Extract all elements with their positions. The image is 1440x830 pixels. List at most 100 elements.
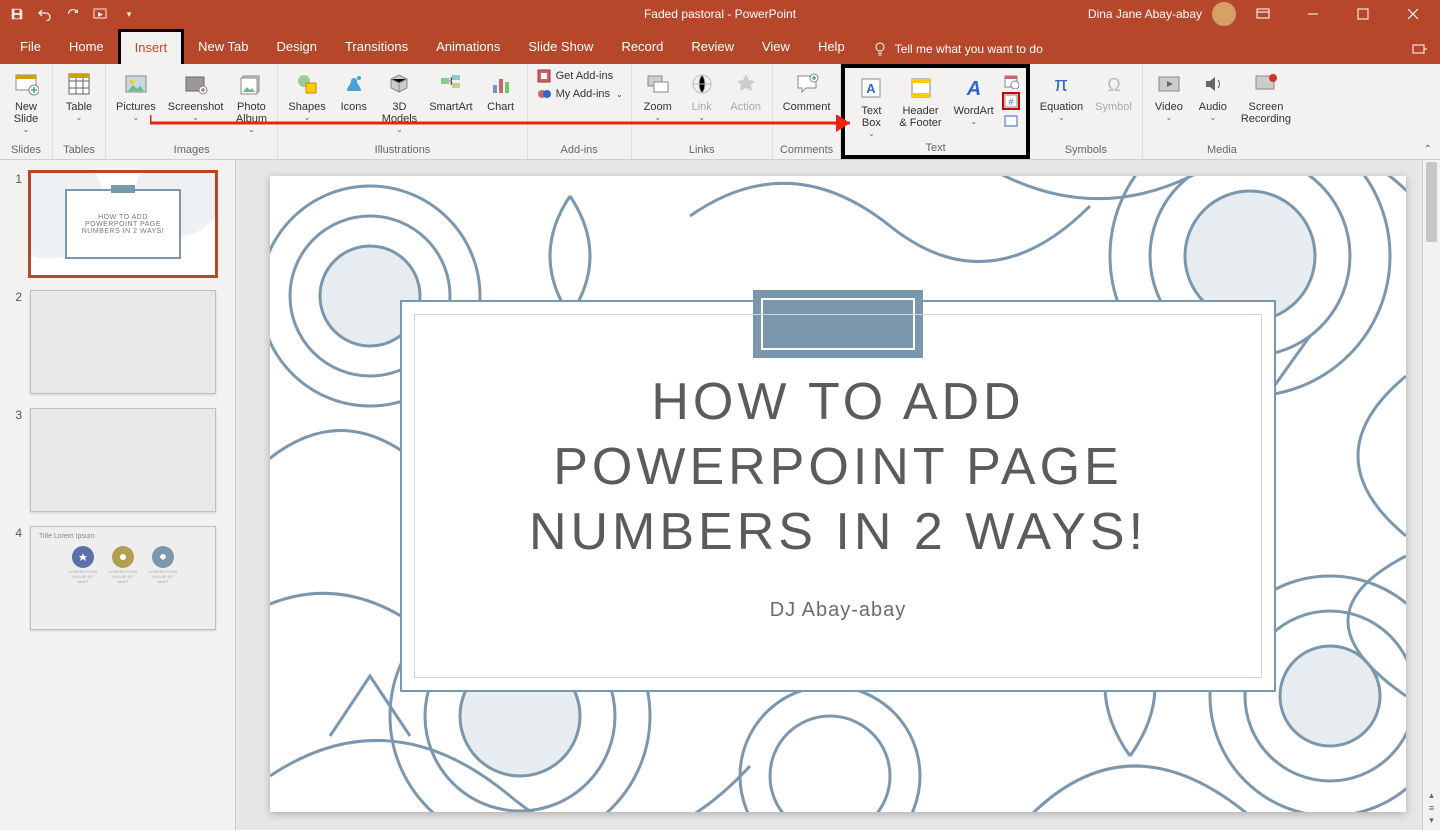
wordart-button[interactable]: A WordArt ⌄ — [948, 70, 1000, 140]
table-label: Table — [66, 101, 92, 113]
get-addins-label: Get Add-ins — [556, 70, 613, 82]
tab-review[interactable]: Review — [677, 31, 748, 64]
prev-slide-icon[interactable]: ▴ — [1429, 790, 1434, 801]
tell-me[interactable]: Tell me what you want to do — [859, 42, 1057, 64]
tab-home[interactable]: Home — [55, 31, 118, 64]
slide-number-icon[interactable]: # — [1002, 92, 1020, 110]
thumb-slide-2[interactable] — [30, 290, 216, 394]
scrollbar-thumb[interactable] — [1426, 162, 1437, 242]
main-area: 1 HOW TO ADD POWERPOINT PAGE NUMBERS IN … — [0, 160, 1440, 830]
audio-button[interactable]: Audio ⌄ — [1191, 66, 1235, 142]
maximize-icon[interactable] — [1340, 0, 1386, 28]
icons-button[interactable]: Icons — [332, 66, 376, 142]
ribbon-tabs: File Home Insert New Tab Design Transiti… — [0, 28, 1440, 64]
tab-transitions[interactable]: Transitions — [331, 31, 422, 64]
get-addins-button[interactable]: Get Add-ins — [536, 68, 623, 84]
3d-models-label: 3D Models — [382, 101, 417, 125]
group-media: Video ⌄ Audio ⌄ Screen Recording Media — [1143, 64, 1301, 159]
tab-design[interactable]: Design — [263, 31, 331, 64]
screen-recording-button[interactable]: Screen Recording — [1235, 66, 1297, 142]
text-box-button[interactable]: A Text Box ⌄ — [849, 70, 893, 140]
get-addins-icon — [536, 68, 552, 84]
ribbon-display-icon[interactable] — [1240, 0, 1286, 28]
tab-file[interactable]: File — [6, 31, 55, 64]
3d-models-button[interactable]: 3D Models ⌄ — [376, 66, 423, 142]
slide-canvas[interactable]: HOW TO ADD POWERPOINT PAGE NUMBERS IN 2 … — [270, 176, 1406, 812]
canvas-area: HOW TO ADD POWERPOINT PAGE NUMBERS IN 2 … — [236, 160, 1440, 830]
action-icon — [730, 68, 762, 100]
chart-button[interactable]: Chart — [479, 66, 523, 142]
video-button[interactable]: Video ⌄ — [1147, 66, 1191, 142]
comment-icon — [791, 68, 823, 100]
save-icon[interactable] — [8, 5, 26, 23]
tab-slideshow[interactable]: Slide Show — [514, 31, 607, 64]
next-slide-icon[interactable]: ▾ — [1429, 815, 1434, 826]
group-text: A Text Box ⌄ Header & Footer A WordArt ⌄… — [841, 64, 1029, 159]
title-bar: ▾ Faded pastoral - PowerPoint Dina Jane … — [0, 0, 1440, 28]
shapes-label: Shapes — [288, 101, 325, 113]
comment-button[interactable]: Comment — [777, 66, 837, 142]
shapes-button[interactable]: Shapes ⌄ — [282, 66, 331, 142]
tell-me-text: Tell me what you want to do — [895, 42, 1043, 56]
thumb-slide-3[interactable] — [30, 408, 216, 512]
pictures-button[interactable]: Pictures ⌄ — [110, 66, 162, 142]
zoom-button[interactable]: Zoom ⌄ — [636, 66, 680, 142]
close-icon[interactable] — [1390, 0, 1436, 28]
user-name[interactable]: Dina Jane Abay-abay — [1088, 7, 1202, 21]
pictures-label: Pictures — [116, 101, 156, 113]
header-footer-button[interactable]: Header & Footer — [893, 70, 947, 140]
group-images-label: Images — [174, 142, 210, 159]
header-footer-icon — [905, 72, 937, 104]
prev-slide-double-icon[interactable]: ≡ — [1429, 803, 1434, 813]
avatar[interactable] — [1212, 2, 1236, 26]
chart-label: Chart — [487, 101, 514, 113]
my-addins-button[interactable]: My Add-ins ⌄ — [536, 86, 623, 102]
quick-access-toolbar: ▾ — [0, 5, 138, 23]
screenshot-label: Screenshot — [168, 101, 224, 113]
thumb-slide-4[interactable]: Title Lorem Ipsum LOREM IPSUM DOLOR SIT … — [30, 526, 216, 630]
redo-icon[interactable] — [64, 5, 82, 23]
equation-button[interactable]: π Equation ⌄ — [1034, 66, 1089, 142]
group-media-label: Media — [1207, 142, 1237, 159]
svg-text:#: # — [1008, 97, 1013, 107]
undo-icon[interactable] — [36, 5, 54, 23]
screenshot-button[interactable]: Screenshot ⌄ — [162, 66, 230, 142]
icons-label: Icons — [341, 101, 367, 113]
new-slide-button[interactable]: New Slide ⌄ — [4, 66, 48, 142]
tab-help[interactable]: Help — [804, 31, 859, 64]
3d-models-icon — [383, 68, 415, 100]
thumb-number-4: 4 — [8, 526, 22, 630]
table-icon — [63, 68, 95, 100]
collapse-ribbon-icon[interactable]: ⌃ — [1424, 144, 1432, 155]
tab-view[interactable]: View — [748, 31, 804, 64]
date-time-icon[interactable] — [1002, 72, 1020, 90]
equation-icon: π — [1045, 68, 1077, 100]
tab-record[interactable]: Record — [607, 31, 677, 64]
tab-insert[interactable]: Insert — [118, 29, 185, 65]
thumb-slide-1[interactable]: HOW TO ADD POWERPOINT PAGE NUMBERS IN 2 … — [30, 172, 216, 276]
photo-album-button[interactable]: Photo Album ⌄ — [229, 66, 273, 142]
object-icon[interactable] — [1002, 112, 1020, 130]
thumb-number-2: 2 — [8, 290, 22, 394]
start-from-beginning-icon[interactable] — [92, 5, 110, 23]
action-label: Action — [730, 101, 761, 113]
qat-more-icon[interactable]: ▾ — [120, 5, 138, 23]
group-slides: New Slide ⌄ Slides — [0, 64, 53, 159]
slide-subtitle[interactable]: DJ Abay-abay — [770, 599, 907, 622]
svg-text:Ω: Ω — [1107, 75, 1120, 95]
smartart-button[interactable]: SmartArt — [423, 66, 478, 142]
table-button[interactable]: Table ⌄ — [57, 66, 101, 142]
slide-title[interactable]: HOW TO ADD POWERPOINT PAGE NUMBERS IN 2 … — [489, 370, 1187, 565]
tab-animations[interactable]: Animations — [422, 31, 514, 64]
my-addins-icon — [536, 86, 552, 102]
share-icon[interactable] — [1400, 34, 1440, 64]
group-tables-label: Tables — [63, 142, 95, 159]
minimize-icon[interactable] — [1290, 0, 1336, 28]
pictures-icon — [120, 68, 152, 100]
wordart-icon: A — [958, 72, 990, 104]
tab-newtab[interactable]: New Tab — [184, 31, 262, 64]
vertical-scrollbar[interactable]: ▴ ≡ ▾ — [1422, 160, 1440, 830]
group-illustrations: Shapes ⌄ Icons 3D Models ⌄ SmartArt Char… — [278, 64, 527, 159]
group-addins: Get Add-ins My Add-ins ⌄ Add-ins — [528, 64, 632, 159]
text-box-label: Text Box — [861, 105, 881, 129]
